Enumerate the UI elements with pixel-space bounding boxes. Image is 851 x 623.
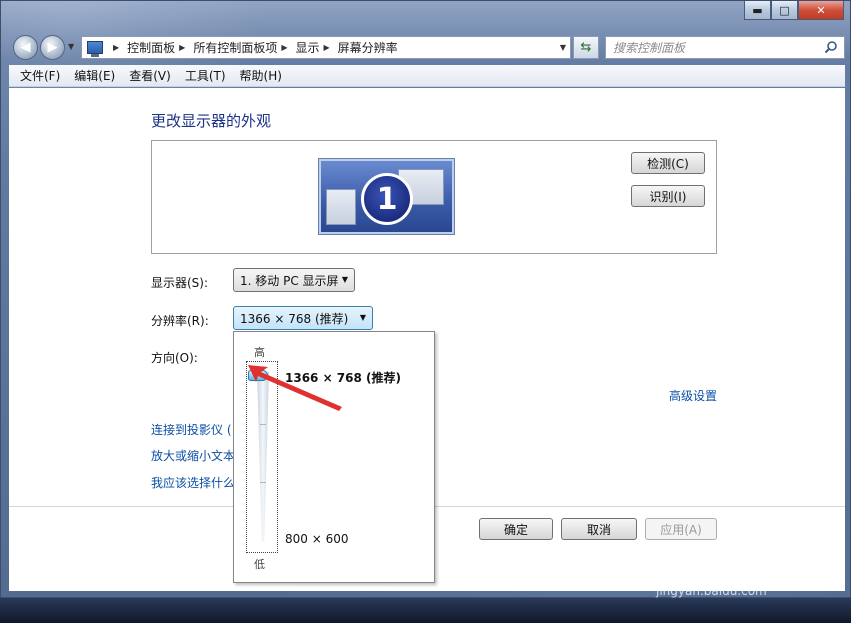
baidu-watermark: Baidu 经验 jingyan.baidu.com <box>650 548 810 598</box>
menu-help[interactable]: 帮助(H) <box>233 67 289 84</box>
recent-pages-dropdown-icon[interactable]: ▼ <box>68 42 74 51</box>
resolution-select-value: 1366 × 768 (推荐) <box>240 311 349 326</box>
display-select[interactable]: 1. 移动 PC 显示屏 ▼ <box>233 268 355 292</box>
identify-button[interactable]: 识别(I) <box>631 185 705 207</box>
control-panel-icon <box>87 41 103 57</box>
breadcrumb-control-panel[interactable]: 控制面板 <box>127 39 175 56</box>
maximize-button[interactable]: □ <box>771 1 798 20</box>
menu-bar: 文件(F) 编辑(E) 查看(V) 工具(T) 帮助(H) <box>9 65 845 87</box>
menu-edit[interactable]: 编辑(E) <box>67 67 122 84</box>
search-input[interactable]: 搜索控制面板 <box>605 36 845 59</box>
search-placeholder: 搜索控制面板 <box>613 41 686 55</box>
chevron-right-icon[interactable]: ▶ <box>113 43 119 52</box>
slider-tick <box>260 424 266 425</box>
which-settings-link[interactable]: 我应该选择什么 <box>151 474 235 491</box>
back-arrow-icon: ◀ <box>20 40 31 55</box>
slider-low-label: 低 <box>254 558 265 571</box>
forward-arrow-icon: ▶ <box>47 40 58 55</box>
menu-file[interactable]: 文件(F) <box>13 67 67 84</box>
red-annotation-arrow <box>248 365 342 411</box>
back-button[interactable]: ◀ <box>13 35 38 60</box>
monitor-number-badge: 1 <box>361 173 413 225</box>
slider-min-value: 800 × 600 <box>285 532 349 546</box>
title-bar[interactable]: ▬ □ ✕ <box>1 1 850 31</box>
minimize-button[interactable]: ▬ <box>744 1 771 20</box>
display-label: 显示器(S): <box>151 276 209 290</box>
desktop-bottom-strip <box>0 598 851 623</box>
detect-button[interactable]: 检测(C) <box>631 152 705 174</box>
menu-tools[interactable]: 工具(T) <box>178 67 233 84</box>
caption-buttons: ▬ □ ✕ <box>744 1 844 20</box>
resolution-label: 分辨率(R): <box>151 314 209 328</box>
address-dropdown-icon[interactable]: ▼ <box>560 43 566 52</box>
chevron-right-icon[interactable]: ▶ <box>281 43 287 52</box>
slider-high-label: 高 <box>254 346 265 359</box>
chevron-right-icon[interactable]: ▶ <box>324 43 330 52</box>
forward-button[interactable]: ▶ <box>40 35 65 60</box>
chevron-down-icon: ▼ <box>341 275 348 284</box>
chevron-down-icon: ▼ <box>359 313 366 322</box>
monitor-1-thumbnail[interactable]: 1 <box>319 159 454 234</box>
menu-view[interactable]: 查看(V) <box>122 67 178 84</box>
chevron-right-icon[interactable]: ▶ <box>179 43 185 52</box>
paw-icon <box>725 549 757 578</box>
breadcrumb-display[interactable]: 显示 <box>296 39 320 56</box>
advanced-settings-link[interactable]: 高级设置 <box>669 387 717 404</box>
close-button[interactable]: ✕ <box>798 1 844 20</box>
orientation-label: 方向(O): <box>151 351 198 365</box>
breadcrumb-all-items[interactable]: 所有控制面板项 <box>193 39 277 56</box>
client-area: 更改显示器的外观 1 检测(C) 识别(I) 显示器(S): 1. 移动 PC … <box>9 88 845 591</box>
control-panel-window: ▬ □ ✕ ◀ ▶ ▼ ▶ 控制面板 ▶ 所有控制面板项 ▶ 显示 ▶ 屏幕分辨… <box>0 0 851 598</box>
apply-button[interactable]: 应用(A) <box>645 518 717 540</box>
address-bar[interactable]: ▶ 控制面板 ▶ 所有控制面板项 ▶ 显示 ▶ 屏幕分辨率 ▼ <box>81 36 571 59</box>
refresh-button[interactable]: ⇆ <box>573 36 599 59</box>
ok-button[interactable]: 确定 <box>479 518 553 540</box>
watermark-url: jingyan.baidu.com <box>656 584 767 598</box>
slider-tick <box>260 482 266 483</box>
text-size-link[interactable]: 放大或缩小文本 <box>151 447 235 464</box>
page-title: 更改显示器的外观 <box>151 112 272 130</box>
refresh-icon: ⇆ <box>580 40 592 55</box>
search-icon[interactable] <box>824 40 838 54</box>
display-preview-box: 1 检测(C) 识别(I) <box>151 140 717 254</box>
navigation-bar: ◀ ▶ ▼ ▶ 控制面板 ▶ 所有控制面板项 ▶ 显示 ▶ 屏幕分辨率 ▼ ⇆ … <box>9 33 845 61</box>
display-select-value: 1. 移动 PC 显示屏 <box>240 273 339 288</box>
breadcrumb-screen-resolution[interactable]: 屏幕分辨率 <box>338 39 398 56</box>
connect-projector-link[interactable]: 连接到投影仪 ( <box>151 421 232 438</box>
resolution-select[interactable]: 1366 × 768 (推荐) ▼ <box>233 306 373 330</box>
cancel-button[interactable]: 取消 <box>561 518 637 540</box>
watermark-brand: 经验 <box>756 556 796 580</box>
preview-window-icon <box>326 189 356 225</box>
